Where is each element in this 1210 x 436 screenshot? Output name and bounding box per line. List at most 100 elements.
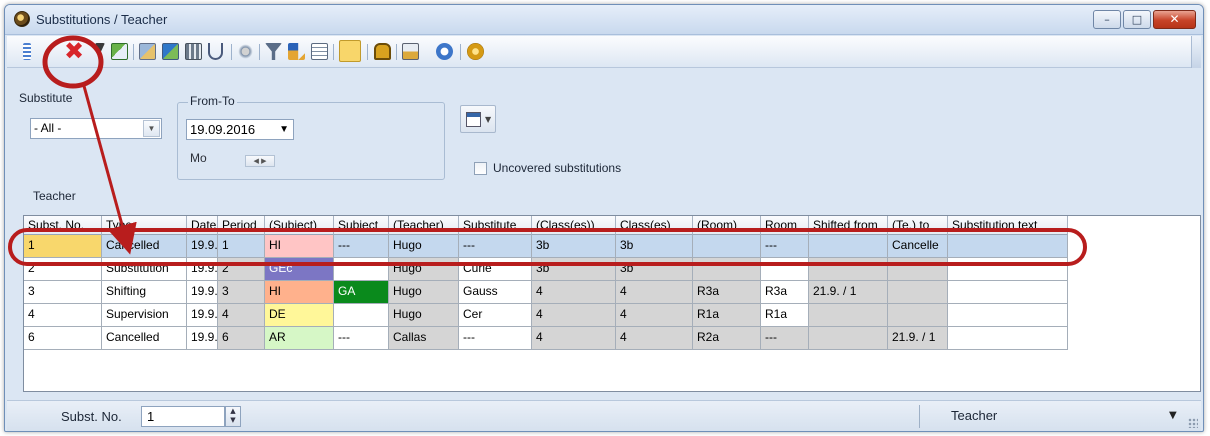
table-cell[interactable]: 3b [532,258,616,281]
table-cell[interactable]: 6 [24,327,102,350]
column-header[interactable]: (Room) [693,216,761,235]
table-cell[interactable] [761,258,809,281]
table-cell[interactable]: --- [761,235,809,258]
calendar-button[interactable]: ▼ [460,105,496,133]
stethoscope-icon[interactable] [208,43,223,60]
table-cell[interactable]: --- [761,327,809,350]
table-cell[interactable]: R2a [693,327,761,350]
column-header[interactable]: Substitution text [948,216,1068,235]
table-cell[interactable] [693,235,761,258]
satellite-icon[interactable] [237,43,254,60]
table-cell[interactable] [888,304,948,327]
table-cell[interactable]: 19.9. [187,235,218,258]
table-cell[interactable]: 4 [616,281,693,304]
close-button[interactable]: ✕ [1153,10,1196,29]
filter-icon[interactable] [265,43,282,60]
table-cell[interactable]: 4 [532,281,616,304]
table-cell[interactable]: DE [265,304,334,327]
table-cell[interactable]: 4 [532,304,616,327]
delete-icon[interactable]: ✖ [61,39,87,65]
day-stepper[interactable]: ◀ ▶ [245,155,275,167]
copy-icon[interactable] [139,43,156,60]
export-icon[interactable] [111,43,128,60]
list-icon[interactable] [311,43,328,60]
column-header[interactable]: Shifted from [809,216,888,235]
table-cell[interactable]: 2 [218,258,265,281]
table-cell[interactable] [948,304,1068,327]
table-cell[interactable]: 4 [218,304,265,327]
table-cell[interactable] [948,281,1068,304]
toolbar-overflow-handle[interactable] [1191,36,1201,68]
substitute-select[interactable]: - All - ▼ [30,118,162,139]
column-header[interactable]: (Teacher) [389,216,459,235]
table-cell[interactable]: GEc [265,258,334,281]
table-cell[interactable]: 19.9. [187,304,218,327]
column-header[interactable]: Period [218,216,265,235]
settings-icon[interactable] [467,43,484,60]
date-field[interactable]: 19.09.2016 ▼ [186,119,294,140]
table-cell[interactable] [334,258,389,281]
table-cell[interactable] [809,258,888,281]
table-cell[interactable]: Supervision [102,304,187,327]
print-icon[interactable] [402,43,419,60]
table-cell[interactable] [888,281,948,304]
table-cell[interactable]: R1a [693,304,761,327]
table-cell[interactable]: 19.9. [187,327,218,350]
table-cell[interactable]: 4 [616,304,693,327]
table-cell[interactable]: Hugo [389,235,459,258]
view-select[interactable]: Teacher [951,408,997,423]
table-cell[interactable]: 3b [532,235,616,258]
table-cell[interactable]: --- [459,235,532,258]
table-cell[interactable] [809,304,888,327]
table-cell[interactable]: Cancelled [102,327,187,350]
table-cell[interactable]: Cancelle [888,235,948,258]
calculator-icon[interactable] [185,43,202,60]
column-header[interactable]: Date [187,216,218,235]
sort-icon[interactable] [288,43,305,60]
lock-icon[interactable] [374,43,391,60]
table-cell[interactable]: Cancelled [102,235,187,258]
table-cell[interactable]: Hugo [389,304,459,327]
table-cell[interactable]: R3a [693,281,761,304]
column-header[interactable]: (Class(es)) [532,216,616,235]
uncovered-checkbox[interactable] [474,162,487,175]
table-cell[interactable] [809,327,888,350]
column-header[interactable]: (Subject) [265,216,334,235]
subst-no-stepper[interactable]: ▲ ▼ [225,406,241,427]
table-cell[interactable] [948,235,1068,258]
subst-no-input[interactable]: 1 [141,406,225,427]
table-cell[interactable]: 21.9. / 1 [809,281,888,304]
chevron-down-icon[interactable]: ▼ [143,120,160,137]
table-cell[interactable]: R1a [761,304,809,327]
table-cell[interactable]: 4 [532,327,616,350]
table-cell[interactable]: 19.9. [187,258,218,281]
chevron-down-icon[interactable]: ▼ [279,120,289,139]
table-cell[interactable]: 3 [24,281,102,304]
column-header[interactable]: Type [102,216,187,235]
table-cell[interactable]: AR [265,327,334,350]
table-cell[interactable]: 2 [24,258,102,281]
column-header[interactable]: Room [761,216,809,235]
maximize-button[interactable]: □ [1123,10,1151,29]
table-cell[interactable]: Shifting [102,281,187,304]
table-cell[interactable]: 1 [24,235,102,258]
table-cell[interactable]: 3 [218,281,265,304]
table-cell[interactable]: Curie [459,258,532,281]
filter-small-icon[interactable] [95,43,105,60]
table-cell[interactable]: 19.9. [187,281,218,304]
table-cell[interactable] [693,258,761,281]
import-icon[interactable] [162,43,179,60]
table-cell[interactable]: 3b [616,235,693,258]
table-cell[interactable] [334,304,389,327]
table-cell[interactable]: 21.9. / 1 [888,327,948,350]
table-cell[interactable]: Hugo [389,281,459,304]
table-cell[interactable]: --- [459,327,532,350]
table-cell[interactable]: HI [265,235,334,258]
grid-icon[interactable] [23,43,31,60]
edit-active-icon[interactable] [339,40,361,62]
refresh-icon[interactable] [436,43,453,60]
title-bar[interactable]: Substitutions / Teacher – □ ✕ [5,5,1203,35]
column-header[interactable]: Subject [334,216,389,235]
table-cell[interactable]: 4 [616,327,693,350]
table-cell[interactable]: Hugo [389,258,459,281]
